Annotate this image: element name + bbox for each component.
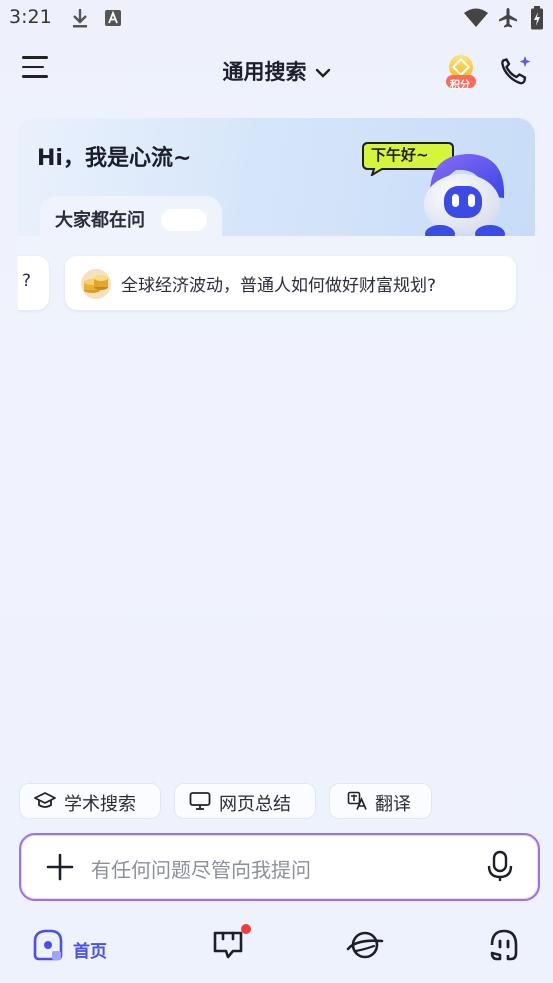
gold-coins-icon [81, 269, 111, 299]
question-text: ? [22, 271, 32, 291]
app-header: 通用搜索 积分 [0, 42, 553, 100]
nav-chat[interactable] [211, 927, 247, 967]
web-summary-label: 网页总结 [219, 794, 291, 815]
academic-search-label: 学术搜索 [64, 794, 136, 815]
question-text: 全球经济波动，普通人如何做好财富规划? [121, 276, 437, 296]
greeting-text: Hi，我是心流~ [37, 146, 192, 171]
wifi-icon [464, 8, 488, 27]
translate-label: 翻译 [375, 794, 411, 815]
popular-questions-label: 大家都在问 [55, 210, 145, 231]
web-summary-button[interactable]: 网页总结 [174, 783, 316, 819]
monitor-icon [189, 792, 211, 810]
graduation-cap-icon [34, 792, 56, 808]
status-bar: 3:21 [0, 0, 553, 38]
page-title: 通用搜索 [222, 60, 307, 84]
chat-input[interactable]: 有任何问题尽管向我提问 [19, 833, 540, 901]
nav-agents[interactable] [487, 927, 521, 967]
robot-icon [490, 929, 518, 961]
battery-icon [531, 6, 543, 30]
translate-button[interactable]: 翻译 [329, 783, 432, 819]
airplane-icon [499, 8, 517, 28]
translate-icon [347, 791, 367, 810]
nav-home[interactable] [30, 927, 66, 967]
points-button[interactable]: 积分 [443, 52, 479, 91]
status-time: 3:21 [9, 6, 52, 28]
planet-icon [346, 931, 384, 959]
question-chip[interactable]: ? [18, 256, 49, 310]
microphone-icon[interactable] [485, 850, 515, 882]
bottom-nav: 首页 [0, 915, 553, 983]
greeting-card: Hi，我是心流~ 下午好~ 大家都在问 ? 全球经济波动，普通人如何做好财富规划… [18, 118, 535, 333]
notification-dot [241, 924, 251, 934]
question-chip[interactable]: 全球经济波动，普通人如何做好财富规划? [65, 256, 516, 310]
phone-sparkle-icon [501, 56, 531, 85]
plus-icon[interactable] [45, 852, 75, 882]
voice-call-button[interactable] [498, 54, 534, 88]
blurred-tag [161, 209, 207, 231]
home-icon [33, 929, 63, 961]
chevron-down-icon [315, 68, 330, 78]
nav-discover[interactable] [346, 927, 384, 967]
download-icon [73, 9, 87, 28]
academic-search-button[interactable]: 学术搜索 [19, 783, 161, 819]
a-letter-icon [105, 10, 121, 26]
chat-input-placeholder: 有任何问题尽管向我提问 [91, 858, 311, 882]
points-badge-label: 积分 [450, 80, 470, 91]
nav-home-label: 首页 [73, 942, 107, 962]
mascot-robot-icon [424, 154, 505, 240]
